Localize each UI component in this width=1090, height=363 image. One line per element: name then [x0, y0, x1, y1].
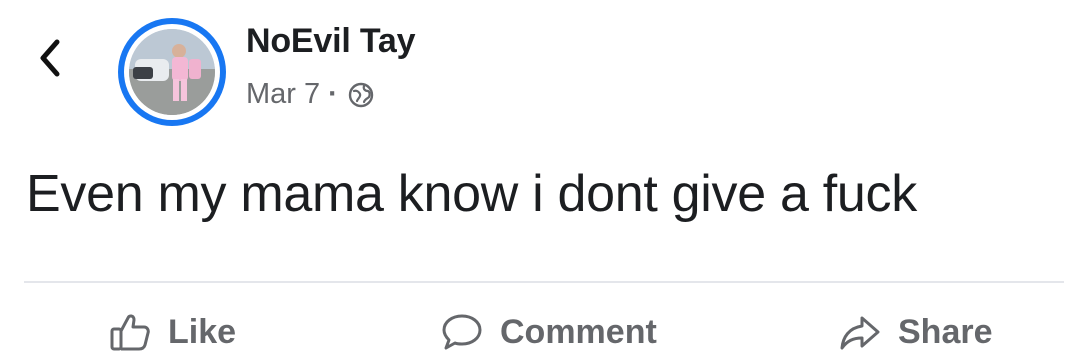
globe-icon[interactable]	[346, 80, 376, 110]
share-button[interactable]: Share	[838, 308, 993, 356]
avatar[interactable]	[118, 18, 226, 126]
post-meta: Mar 7 ·	[246, 78, 376, 111]
post-text: Even my mama know i dont give a fuck	[26, 165, 917, 223]
comment-button[interactable]: Comment	[440, 308, 657, 356]
share-arrow-icon	[838, 310, 882, 354]
comment-label: Comment	[500, 312, 657, 351]
chevron-left-icon	[38, 38, 62, 83]
divider	[24, 281, 1064, 283]
like-button[interactable]: Like	[108, 308, 236, 356]
share-label: Share	[898, 312, 993, 351]
avatar-photo	[129, 29, 215, 115]
meta-separator: ·	[328, 78, 338, 110]
thumbs-up-icon	[108, 310, 152, 354]
author-name[interactable]: NoEvil Tay	[246, 22, 416, 61]
back-button[interactable]	[30, 36, 70, 84]
like-label: Like	[168, 312, 237, 351]
comment-bubble-icon	[440, 310, 484, 354]
post-date[interactable]: Mar 7	[246, 78, 320, 111]
